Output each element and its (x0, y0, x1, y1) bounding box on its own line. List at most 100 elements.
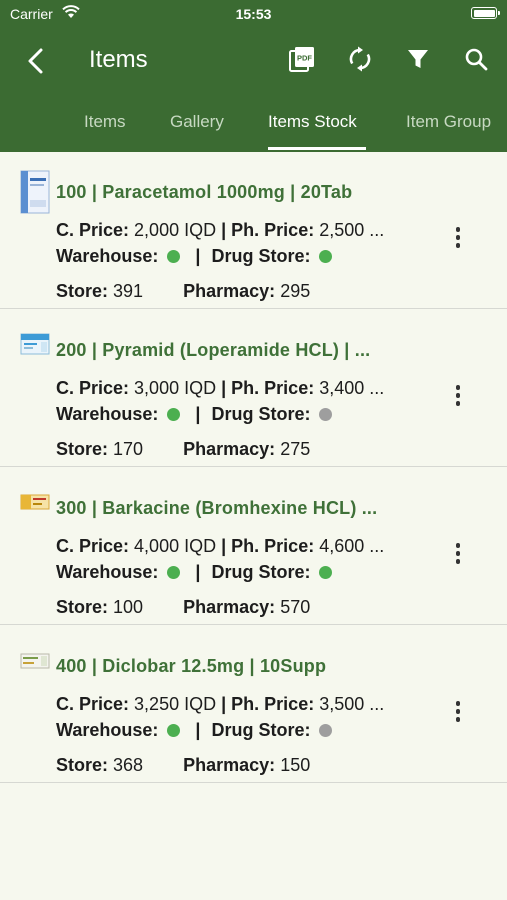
drug-store-label: Drug Store: (211, 404, 311, 424)
availability-row: Warehouse: | Drug Store: (56, 720, 333, 741)
store-qty: 170 (113, 439, 144, 459)
price-separator: | (221, 694, 227, 714)
search-icon (465, 48, 488, 71)
sync-icon (349, 46, 371, 72)
tab-items-stock[interactable]: Items Stock (268, 112, 357, 132)
battery-icon (471, 7, 500, 19)
pharmacy-qty: 570 (280, 597, 311, 617)
filter-button[interactable] (403, 44, 433, 74)
back-button[interactable] (22, 46, 52, 76)
more-options-icon[interactable] (450, 701, 466, 725)
price-row: C. Price: 2,000 IQD | Ph. Price: 2,500 .… (56, 220, 384, 241)
warehouse-label: Warehouse: (56, 720, 159, 740)
sync-button[interactable] (345, 44, 375, 74)
drug-store-label: Drug Store: (211, 720, 311, 740)
tab-gallery[interactable]: Gallery (170, 112, 224, 132)
pharmacy-label: Pharmacy: (183, 439, 276, 459)
pharmacy-label: Pharmacy: (183, 281, 276, 301)
tab-bar: Items Gallery Items Stock Item Group (0, 100, 507, 152)
drug-store-label: Drug Store: (211, 246, 311, 266)
drug-store-status-dot (319, 724, 333, 737)
price-separator: | (221, 536, 227, 556)
warehouse-label: Warehouse: (56, 404, 159, 424)
active-tab-indicator (268, 147, 366, 150)
tab-items[interactable]: Items (84, 112, 126, 132)
c-price-value: 3,250 IQD (134, 694, 217, 714)
c-price-label: C. Price: (56, 536, 130, 556)
status-time: 15:53 (235, 6, 272, 22)
pdf-export-button[interactable]: PDF (287, 44, 317, 74)
availability-row: Warehouse: | Drug Store: (56, 562, 333, 583)
store-label: Store: (56, 755, 109, 775)
stock-row: Store: 170 Pharmacy: 275 (56, 439, 310, 460)
ph-price-label: Ph. Price: (231, 378, 315, 398)
item-thumbnail-image (20, 170, 50, 214)
price-separator: | (221, 378, 227, 398)
drug-store-status-dot (319, 250, 333, 263)
availability-separator: | (195, 562, 201, 582)
filter-icon (408, 50, 428, 68)
item-thumbnail-image (20, 333, 50, 355)
app-header: Carrier 15:53 Items PDF Items Gallery It… (0, 0, 507, 152)
c-price-label: C. Price: (56, 378, 130, 398)
stock-row: Store: 368 Pharmacy: 150 (56, 755, 310, 776)
list-item[interactable]: 400 | Diclobar 12.5mg | 10Supp C. Price:… (0, 626, 507, 783)
stock-row: Store: 100 Pharmacy: 570 (56, 597, 310, 618)
c-price-label: C. Price: (56, 220, 130, 240)
nav-bar: Items PDF (0, 36, 507, 86)
item-title: 400 | Diclobar 12.5mg | 10Supp (56, 656, 327, 676)
item-title: 300 | Barkacine (Bromhexine HCL) ... (56, 498, 378, 518)
store-label: Store: (56, 439, 109, 459)
price-row: C. Price: 3,000 IQD | Ph. Price: 3,400 .… (56, 378, 384, 399)
store-label: Store: (56, 597, 109, 617)
drug-store-status-dot (319, 566, 333, 579)
warehouse-status-dot (167, 724, 181, 737)
price-row: C. Price: 3,250 IQD | Ph. Price: 3,500 .… (56, 694, 384, 715)
pdf-icon-label: PDF (297, 54, 312, 63)
availability-separator: | (195, 246, 201, 266)
price-separator: | (221, 220, 227, 240)
store-qty: 391 (113, 281, 144, 301)
search-button[interactable] (461, 44, 491, 74)
warehouse-status-dot (167, 566, 181, 579)
status-bar: Carrier 15:53 (0, 0, 507, 30)
store-label: Store: (56, 281, 109, 301)
ph-price-value: 3,400 ... (319, 378, 385, 398)
c-price-value: 3,000 IQD (134, 378, 217, 398)
store-qty: 100 (113, 597, 144, 617)
warehouse-status-dot (167, 408, 181, 421)
ph-price-label: Ph. Price: (231, 220, 315, 240)
ph-price-label: Ph. Price: (231, 536, 315, 556)
more-options-icon[interactable] (450, 385, 466, 409)
warehouse-label: Warehouse: (56, 562, 159, 582)
c-price-value: 4,000 IQD (134, 536, 217, 556)
availability-separator: | (195, 404, 201, 424)
pharmacy-label: Pharmacy: (183, 597, 276, 617)
ph-price-value: 2,500 ... (319, 220, 385, 240)
warehouse-label: Warehouse: (56, 246, 159, 266)
item-title: 100 | Paracetamol 1000mg | 20Tab (56, 182, 353, 202)
availability-row: Warehouse: | Drug Store: (56, 246, 333, 267)
price-row: C. Price: 4,000 IQD | Ph. Price: 4,600 .… (56, 536, 384, 557)
list-item[interactable]: 200 | Pyramid (Loperamide HCL) | ... C. … (0, 310, 507, 467)
c-price-value: 2,000 IQD (134, 220, 217, 240)
item-title: 200 | Pyramid (Loperamide HCL) | ... (56, 340, 371, 360)
ph-price-value: 4,600 ... (319, 536, 385, 556)
list-item[interactable]: 100 | Paracetamol 1000mg | 20Tab C. Pric… (0, 152, 507, 309)
pharmacy-label: Pharmacy: (183, 755, 276, 775)
availability-row: Warehouse: | Drug Store: (56, 404, 333, 425)
ph-price-label: Ph. Price: (231, 694, 315, 714)
more-options-icon[interactable] (450, 227, 466, 251)
ph-price-value: 3,500 ... (319, 694, 385, 714)
pdf-icon: PDF (289, 47, 314, 72)
item-thumbnail-image (20, 653, 50, 669)
list-item[interactable]: 300 | Barkacine (Bromhexine HCL) ... C. … (0, 468, 507, 625)
pharmacy-qty: 150 (280, 755, 311, 775)
drug-store-label: Drug Store: (211, 562, 311, 582)
pharmacy-qty: 275 (280, 439, 311, 459)
store-qty: 368 (113, 755, 144, 775)
tab-item-group[interactable]: Item Group (406, 112, 491, 132)
pharmacy-qty: 295 (280, 281, 311, 301)
warehouse-status-dot (167, 250, 181, 263)
more-options-icon[interactable] (450, 543, 466, 567)
